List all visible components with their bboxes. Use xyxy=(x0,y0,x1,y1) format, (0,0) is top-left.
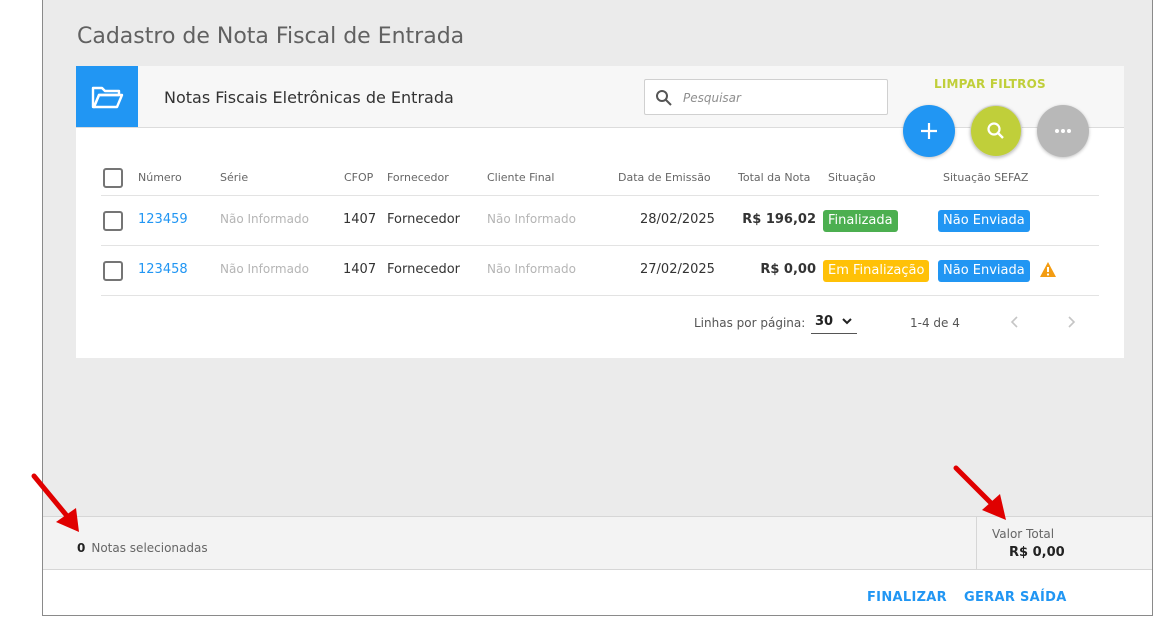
card-header: Notas Fiscais Eletrônicas de Entrada LIM… xyxy=(76,66,1124,128)
table-row[interactable]: 123458 Não Informado 1407 Fornecedor Não… xyxy=(101,246,1099,296)
select-all-checkbox[interactable] xyxy=(103,168,123,188)
page-range: 1-4 de 4 xyxy=(910,316,960,330)
add-button[interactable] xyxy=(903,105,955,157)
pagination: Linhas por página: 30 1-4 de 4 xyxy=(76,302,1124,346)
card-title: Notas Fiscais Eletrônicas de Entrada xyxy=(164,88,454,107)
warning-icon[interactable] xyxy=(1039,261,1057,278)
search-button[interactable] xyxy=(970,105,1022,157)
annotation-arrow-right xyxy=(953,465,1006,520)
table-row[interactable]: 123459 Não Informado 1407 Fornecedor Não… xyxy=(101,196,1099,246)
header-situacao-sefaz[interactable]: Situação SEFAZ xyxy=(943,171,1028,184)
annotation-arrow-left xyxy=(31,473,79,532)
chevron-down-icon xyxy=(842,318,852,325)
search-icon xyxy=(655,89,673,111)
final-client-cell: Não Informado xyxy=(487,262,576,276)
total-value: R$ 0,00 xyxy=(1009,545,1065,560)
row-checkbox[interactable] xyxy=(103,211,123,231)
header-serie[interactable]: Série xyxy=(220,171,248,184)
total-label: Valor Total xyxy=(992,527,1055,541)
invoice-number-link[interactable]: 123459 xyxy=(138,212,188,227)
header-cliente-final[interactable]: Cliente Final xyxy=(487,171,554,184)
page-title: Cadastro de Nota Fiscal de Entrada xyxy=(77,24,465,49)
header-situacao[interactable]: Situação xyxy=(828,171,876,184)
serie-cell: Não Informado xyxy=(220,212,309,226)
total-cell: R$ 0,00 xyxy=(760,262,816,277)
folder-icon xyxy=(76,66,138,127)
clear-filters-button[interactable]: LIMPAR FILTROS xyxy=(934,77,1046,91)
invoices-table: Número Série CFOP Fornecedor Cliente Fin… xyxy=(101,158,1099,296)
supplier-cell: Fornecedor xyxy=(387,212,461,227)
rows-per-page-select[interactable]: 30 xyxy=(811,312,857,334)
plus-icon xyxy=(921,123,937,139)
sefaz-status-badge: Não Enviada xyxy=(938,260,1030,282)
sefaz-status-badge: Não Enviada xyxy=(938,210,1030,232)
serie-cell: Não Informado xyxy=(220,262,309,276)
selected-label: Notas selecionadas xyxy=(91,541,208,555)
more-button[interactable] xyxy=(1037,105,1089,157)
search-box[interactable] xyxy=(644,79,888,115)
generate-exit-button[interactable]: GERAR SAÍDA xyxy=(964,590,1067,605)
selected-notes-summary: 0 Notas selecionadas xyxy=(77,541,208,555)
issue-date-cell: 28/02/2025 xyxy=(640,212,715,227)
invoice-number-link[interactable]: 123458 xyxy=(138,262,188,277)
finalize-button[interactable]: FINALIZAR xyxy=(867,590,947,605)
rows-per-page-label: Linhas por página: xyxy=(694,316,806,330)
table-header: Número Série CFOP Fornecedor Cliente Fin… xyxy=(101,158,1099,196)
header-data-emissao[interactable]: Data de Emissão xyxy=(618,171,711,184)
header-cfop[interactable]: CFOP xyxy=(344,171,373,184)
total-cell: R$ 196,02 xyxy=(742,212,816,227)
prev-page-icon[interactable] xyxy=(1005,312,1025,332)
issue-date-cell: 27/02/2025 xyxy=(640,262,715,277)
status-badge: Em Finalização xyxy=(823,260,930,282)
action-bar: FINALIZAR GERAR SAÍDA xyxy=(43,570,1152,615)
supplier-cell: Fornecedor xyxy=(387,262,461,277)
status-badge: Finalizada xyxy=(823,210,898,232)
cfop-cell: 1407 xyxy=(343,262,377,277)
final-client-cell: Não Informado xyxy=(487,212,576,226)
header-total-nota[interactable]: Total da Nota xyxy=(738,171,810,184)
header-numero[interactable]: Número xyxy=(138,171,182,184)
search-input[interactable] xyxy=(683,87,879,109)
rows-per-page-value: 30 xyxy=(815,314,834,329)
selected-count: 0 xyxy=(77,541,86,555)
row-checkbox[interactable] xyxy=(103,261,123,281)
search-icon xyxy=(987,122,1004,139)
next-page-icon[interactable] xyxy=(1061,312,1081,332)
more-icon xyxy=(1055,129,1071,133)
invoice-card: Notas Fiscais Eletrônicas de Entrada LIM… xyxy=(76,66,1124,358)
cfop-cell: 1407 xyxy=(343,212,377,227)
header-fornecedor[interactable]: Fornecedor xyxy=(387,171,449,184)
